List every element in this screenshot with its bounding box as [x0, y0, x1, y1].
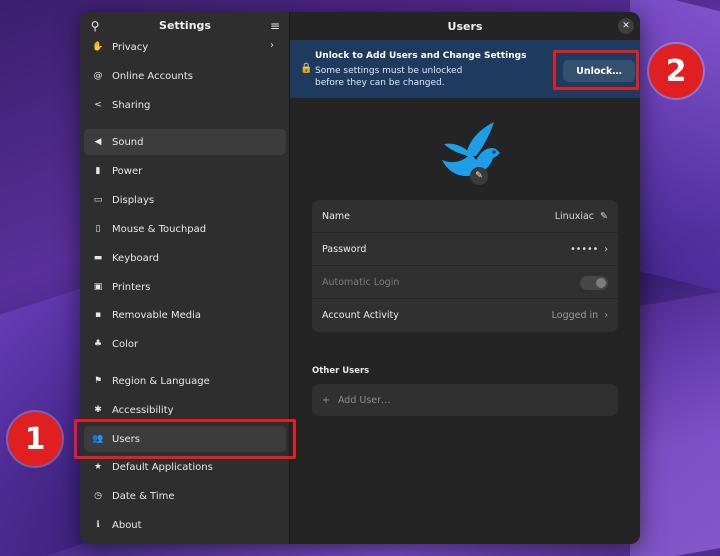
- sidebar-item-color[interactable]: ♣ Color: [84, 331, 286, 357]
- activity-value: Logged in: [551, 310, 599, 321]
- sidebar-item-label: Displays: [112, 194, 155, 206]
- sidebar-title: Settings: [159, 19, 211, 32]
- banner-subtitle-line: before they can be changed.: [315, 78, 445, 88]
- sidebar-item-label: Mouse & Touchpad: [112, 223, 207, 235]
- sidebar-item-label: Sound: [112, 136, 144, 148]
- mouse-icon: ▯: [95, 224, 101, 234]
- automatic-login-toggle[interactable]: [580, 275, 608, 290]
- banner-subtitle: Some settings must be unlocked before th…: [315, 65, 525, 89]
- edit-avatar-icon[interactable]: ✎: [470, 167, 488, 185]
- flag-icon: ⚑: [93, 376, 103, 386]
- users-panel: Users ✕ 🔒 Unlock to Add Users and Change…: [290, 12, 640, 544]
- sidebar-item-keyboard[interactable]: ▬ Keyboard: [84, 245, 286, 271]
- plus-icon: +: [322, 394, 330, 406]
- sidebar-item-label: Keyboard: [112, 252, 160, 264]
- hand-icon: ✋: [92, 42, 104, 52]
- sidebar-item-label: Sharing: [112, 99, 151, 111]
- info-icon: ℹ: [96, 520, 100, 530]
- sidebar-item-label: Online Accounts: [112, 70, 194, 82]
- sidebar-item-online-accounts[interactable]: @ Online Accounts: [84, 63, 286, 89]
- password-row[interactable]: Password ••••• ›: [312, 233, 618, 266]
- star-icon: ★: [93, 462, 103, 472]
- sidebar-item-mouse-touchpad[interactable]: ▯ Mouse & Touchpad: [84, 216, 286, 242]
- chevron-right-icon: ›: [604, 310, 608, 321]
- at-icon: @: [93, 71, 103, 81]
- settings-window: ⚲ Settings ≡ ✋ Privacy › @ Online Accoun…: [80, 12, 640, 544]
- step-1-badge: 1: [8, 412, 62, 466]
- sidebar-item-power[interactable]: ▮ Power: [84, 158, 286, 184]
- row-label: Account Activity: [322, 310, 399, 321]
- sidebar-item-about[interactable]: ℹ About: [84, 512, 286, 538]
- sidebar-item-privacy[interactable]: ✋ Privacy ›: [84, 34, 286, 60]
- chevron-right-icon: ›: [270, 40, 274, 51]
- sidebar-item-label: Removable Media: [112, 309, 202, 321]
- menu-icon[interactable]: ≡: [266, 17, 284, 35]
- accessibility-icon: ✱: [94, 405, 102, 415]
- sidebar-item-label: Date & Time: [112, 490, 175, 502]
- other-users-heading: Other Users: [312, 366, 370, 376]
- sidebar-item-label: Color: [112, 338, 139, 350]
- password-value: •••••: [570, 244, 599, 255]
- close-icon[interactable]: ✕: [618, 18, 634, 34]
- row-value: ••••• ›: [570, 233, 608, 266]
- sidebar-item-region-language[interactable]: ⚑ Region & Language: [84, 368, 286, 394]
- page-title: Users: [447, 20, 483, 33]
- sidebar-item-label: Accessibility: [112, 404, 174, 416]
- sidebar-item-label: Power: [112, 165, 143, 177]
- name-row[interactable]: Name Linuxiac ✎: [312, 200, 618, 233]
- sidebar-item-label: Region & Language: [112, 375, 210, 387]
- banner-title: Unlock to Add Users and Change Settings: [315, 51, 527, 61]
- sidebar-item-label: Printers: [112, 281, 151, 293]
- battery-icon: ▮: [95, 166, 101, 176]
- sidebar-item-sound[interactable]: ◀ Sound: [84, 129, 286, 155]
- user-name-value: Linuxiac: [554, 211, 595, 222]
- sidebar: ⚲ Settings ≡ ✋ Privacy › @ Online Accoun…: [80, 12, 290, 544]
- highlight-unlock-box: [553, 50, 639, 90]
- account-activity-row[interactable]: Account Activity Logged in ›: [312, 299, 618, 332]
- edit-pencil-icon[interactable]: ✎: [600, 211, 608, 222]
- lock-icon: 🔒: [300, 63, 313, 74]
- automatic-login-row: Automatic Login: [312, 266, 618, 299]
- row-value: [580, 266, 608, 299]
- clock-icon: ◷: [94, 491, 102, 501]
- usb-icon: ▪: [94, 310, 102, 320]
- row-value: Logged in ›: [552, 299, 608, 332]
- add-user-label: Add User…: [337, 394, 391, 406]
- speaker-icon: ◀: [94, 137, 102, 147]
- step-2-badge: 2: [649, 44, 703, 98]
- sidebar-item-printers[interactable]: ▣ Printers: [84, 274, 286, 300]
- sidebar-item-sharing[interactable]: < Sharing: [84, 92, 286, 118]
- sidebar-item-removable-media[interactable]: ▪ Removable Media: [84, 302, 286, 328]
- row-label: Password: [322, 243, 367, 255]
- color-icon: ♣: [93, 339, 103, 349]
- printer-icon: ▣: [93, 282, 103, 292]
- sidebar-item-label: Privacy: [112, 41, 149, 53]
- sidebar-item-displays[interactable]: ▭ Displays: [84, 187, 286, 213]
- display-icon: ▭: [93, 195, 103, 205]
- row-label: Name: [322, 210, 351, 222]
- chevron-right-icon: ›: [604, 244, 608, 255]
- sidebar-item-date-time[interactable]: ◷ Date & Time: [84, 483, 286, 509]
- keyboard-icon: ▬: [93, 253, 103, 263]
- user-details-group: Name Linuxiac ✎ Password ••••• › Automat…: [312, 200, 618, 332]
- sidebar-item-label: Default Applications: [112, 461, 213, 473]
- row-value: Linuxiac ✎: [555, 200, 608, 233]
- toggle-knob: [596, 277, 606, 288]
- row-label: Automatic Login: [322, 276, 400, 288]
- share-icon: <: [94, 100, 102, 110]
- banner-subtitle-line: Some settings must be unlocked: [315, 66, 463, 76]
- add-user-button[interactable]: + Add User…: [312, 384, 618, 416]
- highlight-users-box: [74, 419, 296, 459]
- sidebar-item-label: About: [112, 519, 142, 531]
- wallpaper-shape: [630, 292, 720, 556]
